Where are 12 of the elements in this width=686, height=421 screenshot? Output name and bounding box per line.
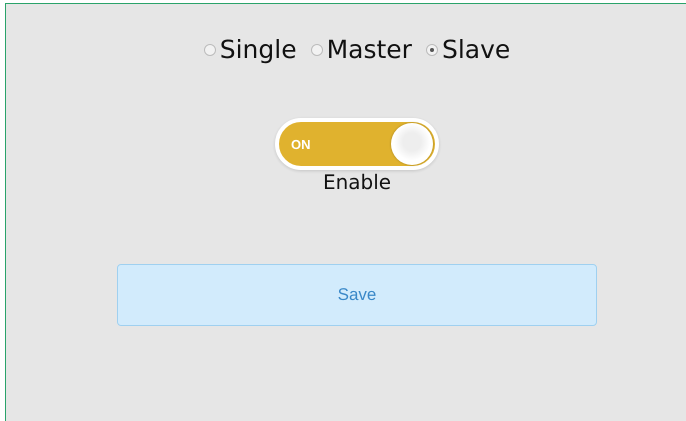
switch-label: Enable [322, 170, 392, 194]
radio-label: Master [326, 35, 412, 64]
mode-radio[interactable]: Slave [426, 35, 510, 64]
radio-label: Single [220, 35, 297, 64]
radio-button[interactable] [426, 44, 438, 56]
radio-label: Slave [442, 35, 510, 64]
switch-knob[interactable] [391, 123, 433, 165]
switch-text: ON [291, 136, 310, 152]
mode-radio[interactable]: Master [310, 35, 412, 64]
radio-button[interactable] [204, 44, 216, 56]
mode-radio[interactable]: Single [204, 35, 297, 64]
radio-button[interactable] [310, 44, 323, 56]
